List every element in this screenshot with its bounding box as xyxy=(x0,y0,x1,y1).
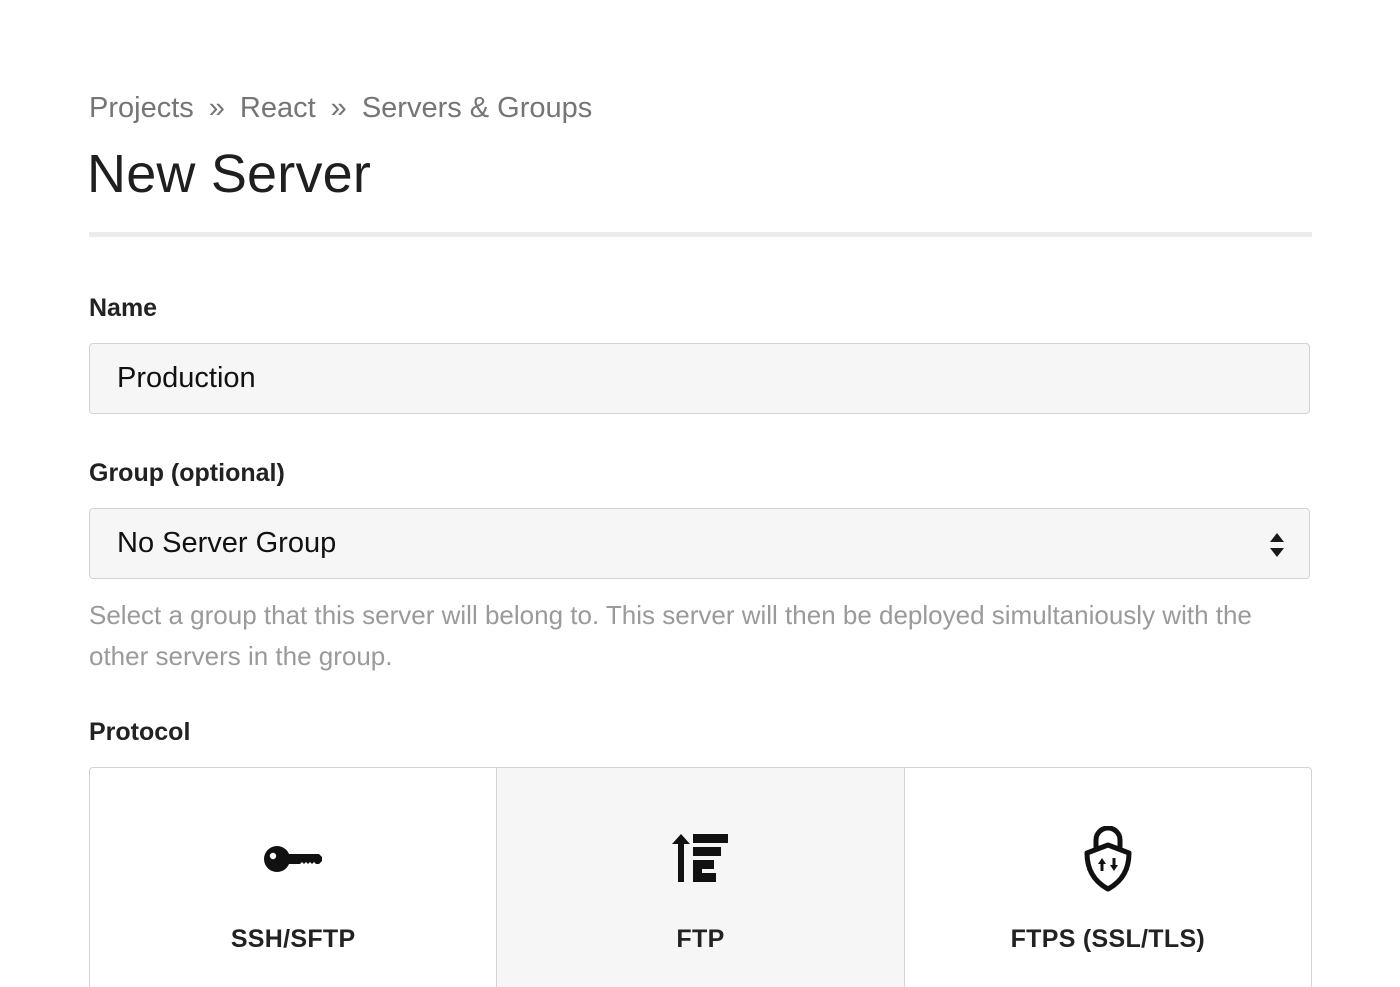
protocol-option-label: FTP xyxy=(676,925,725,953)
shield-lock-icon xyxy=(1073,824,1143,894)
select-arrows-icon xyxy=(1270,533,1284,557)
protocol-option-ssh-sftp[interactable]: SSH/SFTP xyxy=(90,768,497,987)
breadcrumb-separator: » xyxy=(208,92,225,124)
ftp-upload-icon xyxy=(665,824,735,894)
breadcrumb-projects[interactable]: Projects xyxy=(89,92,194,125)
breadcrumb-react[interactable]: React xyxy=(240,92,316,125)
group-label: Group (optional) xyxy=(89,459,285,487)
protocol-selector: SSH/SFTP FTP FTPS (SSL/TLS) xyxy=(89,767,1312,987)
group-select-value: No Server Group xyxy=(117,527,337,559)
breadcrumb-separator: » xyxy=(330,92,347,124)
breadcrumb: Projects » React » Servers & Groups xyxy=(89,92,592,125)
group-select[interactable]: No Server Group xyxy=(89,508,1310,579)
page-title: New Server xyxy=(87,144,372,204)
group-help-text: Select a group that this server will bel… xyxy=(89,600,1252,671)
protocol-option-ftps[interactable]: FTPS (SSL/TLS) xyxy=(903,768,1311,987)
key-icon xyxy=(258,824,328,894)
name-input-value: Production xyxy=(117,362,256,394)
protocol-option-label: FTPS (SSL/TLS) xyxy=(1010,925,1206,953)
name-label: Name xyxy=(89,294,158,322)
protocol-label: Protocol xyxy=(89,718,191,746)
page: Projects » React » Servers & Groups New … xyxy=(0,0,1400,987)
protocol-option-label: SSH/SFTP xyxy=(230,925,356,953)
name-input[interactable]: Production xyxy=(89,343,1310,414)
breadcrumb-servers-groups[interactable]: Servers & Groups xyxy=(362,92,592,125)
divider xyxy=(89,232,1312,237)
protocol-option-ftp[interactable]: FTP xyxy=(496,768,904,987)
